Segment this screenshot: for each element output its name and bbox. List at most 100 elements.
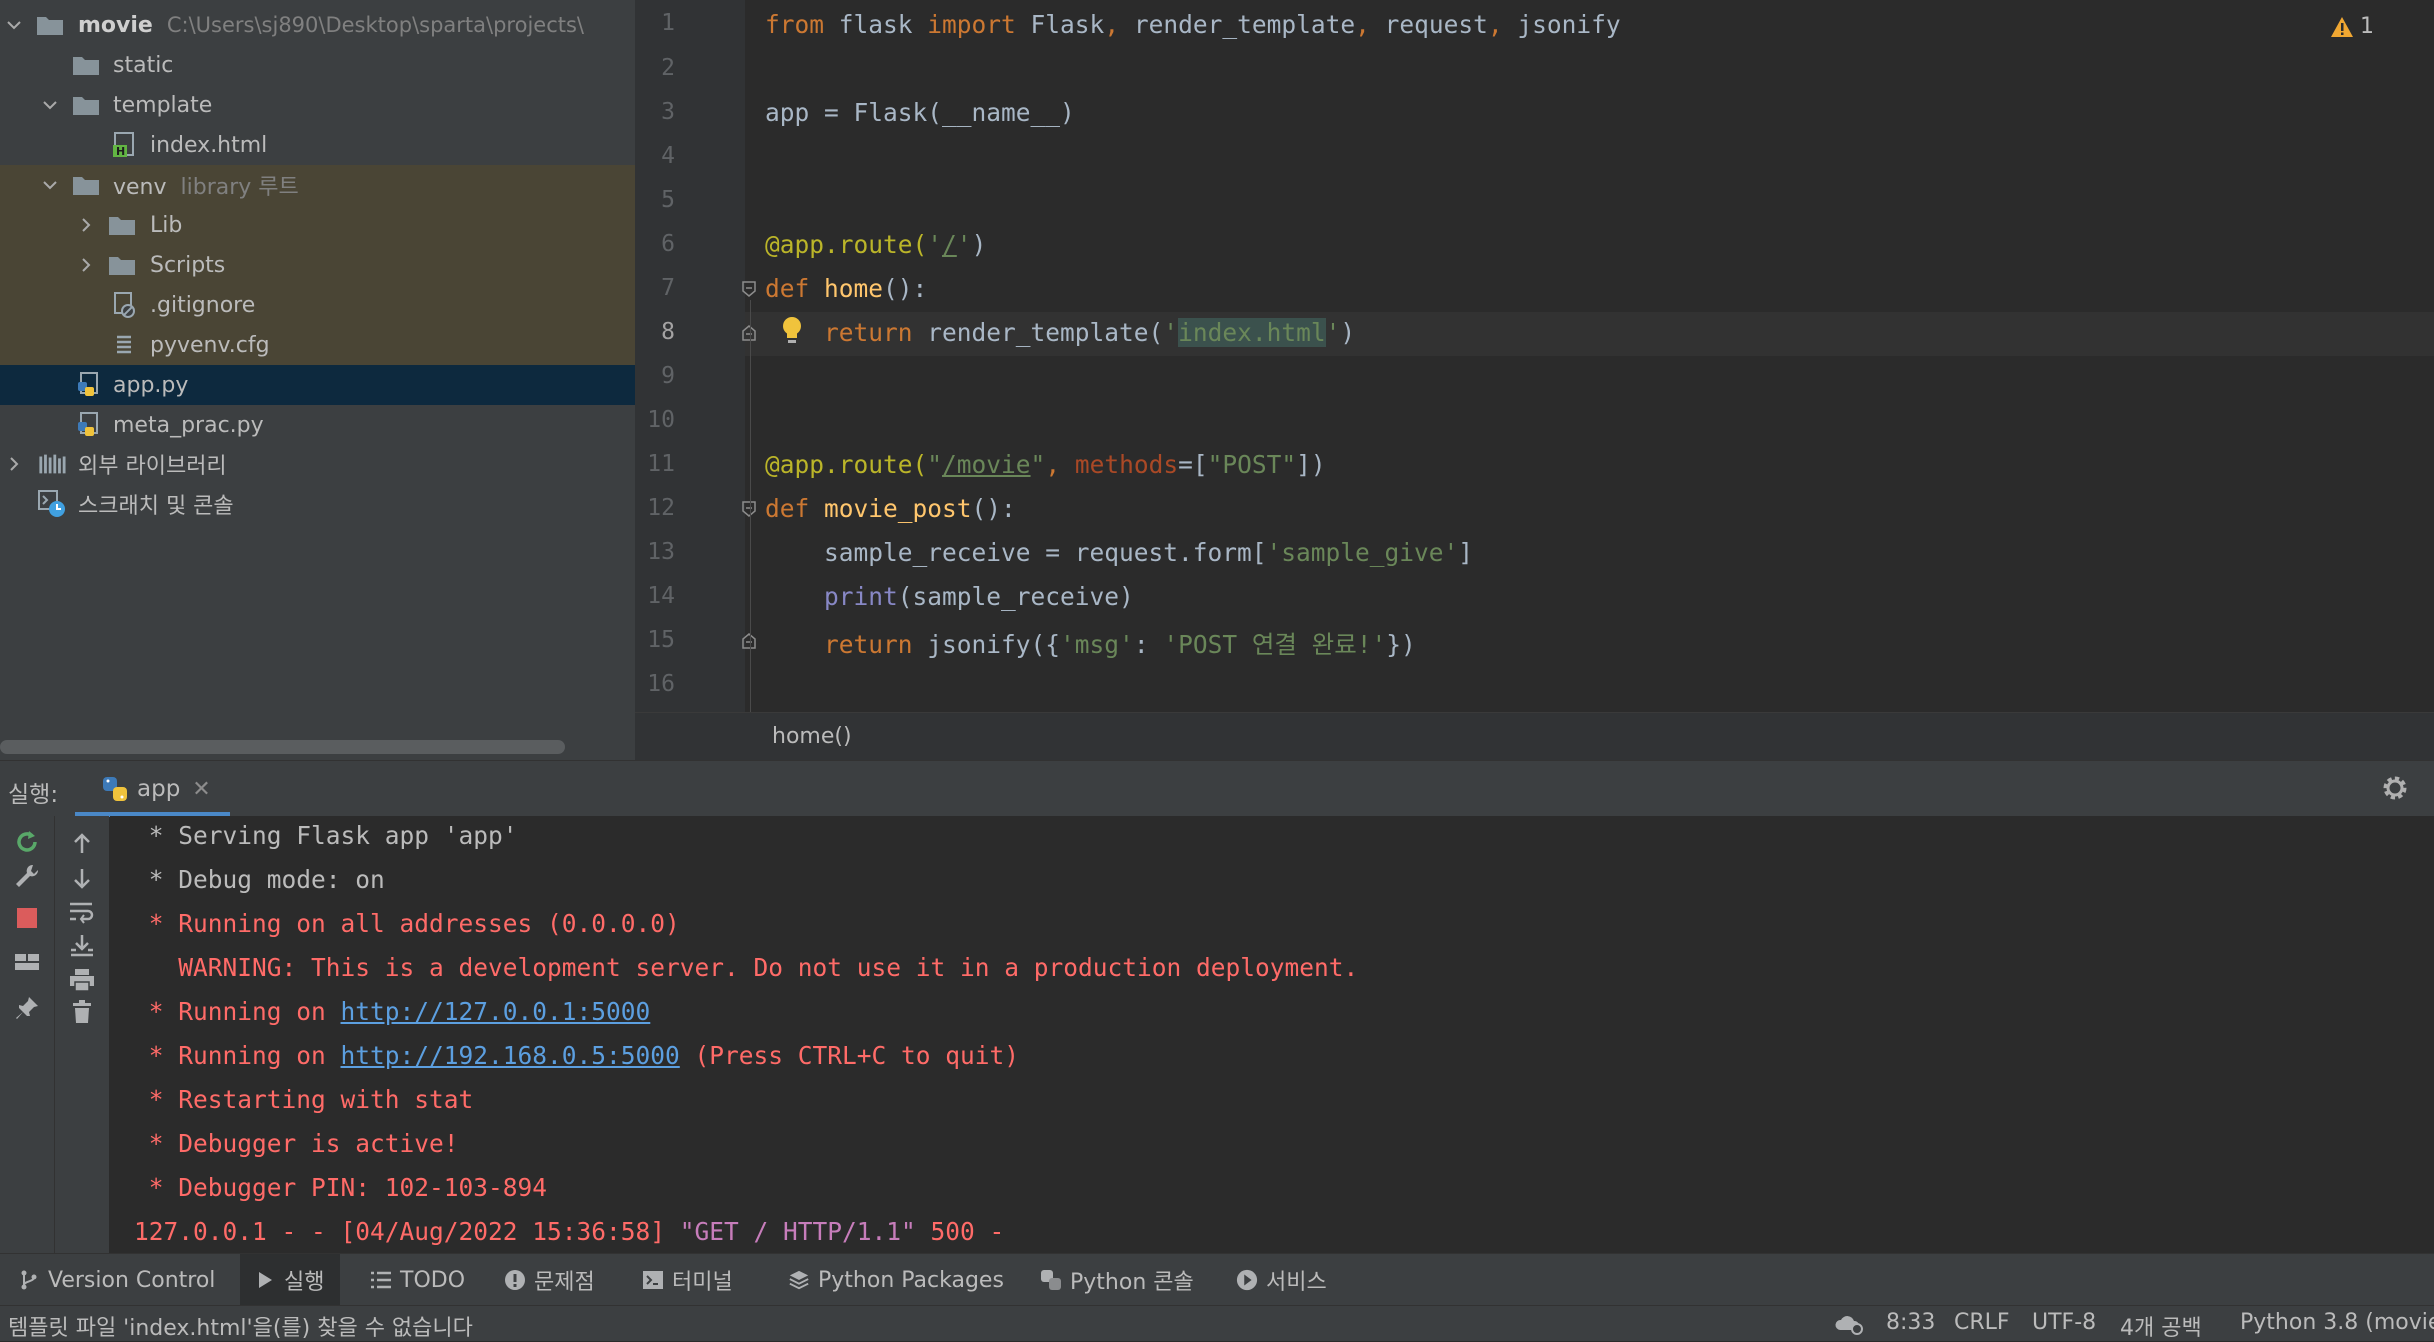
edit-config-button[interactable] [11,860,43,892]
inspection-widget[interactable]: 1 [2330,14,2374,39]
tool-window-problems[interactable]: 문제점 [504,1254,595,1306]
tool-window-version-control[interactable]: Version Control [18,1254,215,1306]
tool-window-python-console[interactable]: Python 콘솔 [1040,1254,1194,1306]
print-button[interactable] [66,964,98,996]
tool-window-run[interactable]: 실행 [240,1254,341,1306]
tree-item-lib[interactable]: Lib [0,205,635,245]
layout-button[interactable] [11,946,43,978]
chevron-right-icon[interactable] [76,255,96,275]
chevron-right-icon[interactable] [4,454,24,474]
indent-setting[interactable]: 4개 공백 [2120,1310,2202,1342]
run-panel-title: 실행: [8,782,59,808]
tool-window-python-packages[interactable]: Python Packages [788,1254,1004,1306]
run-toolbar-secondary [55,816,109,1253]
breadcrumb-bar: home() [635,712,2434,761]
close-icon[interactable]: ✕ [192,777,210,802]
fold-marker-icon[interactable] [742,633,756,649]
soft-wrap-button[interactable] [66,896,98,928]
list-icon [370,1269,392,1291]
line-separator[interactable]: CRLF [1954,1310,2010,1335]
terminal-icon [642,1269,664,1291]
tree-item-external-libraries[interactable]: 외부 라이브러리 [0,444,635,484]
stop-button[interactable] [11,902,43,934]
fold-marker-icon[interactable] [742,325,756,341]
tree-item-label: venv [113,175,167,200]
library-icon [38,452,66,476]
tree-root-label: movie [78,12,153,38]
line-number: 8 [661,319,675,345]
pin-tab-button[interactable] [11,992,43,1024]
line-number: 4 [661,143,675,169]
run-console-output[interactable]: * Serving Flask app 'app' * Debug mode: … [110,816,2434,1253]
chevron-right-icon[interactable] [76,215,96,235]
console-line: * Debugger PIN: 102-103-894 [134,1173,548,1202]
code-line-11: @app.route("/movie", methods=["POST"]) [765,450,1326,479]
python-interpreter[interactable]: Python 3.8 (movie [2240,1310,2434,1335]
tree-item-scratches[interactable]: 스크래치 및 콘솔 [0,484,635,524]
code-line-1: from flask import Flask, render_template… [765,10,1621,39]
tree-item-app-py[interactable]: app.py [0,365,635,405]
clear-all-button[interactable] [66,996,98,1028]
python-file-icon [76,412,104,437]
line-number: 5 [661,187,675,213]
tree-item-label: app.py [113,372,189,398]
tree-item-template[interactable]: template [0,85,635,125]
tool-window-label: 실행 [284,1270,325,1295]
code-line-13: sample_receive = request.form['sample_gi… [824,538,1474,567]
fold-marker-icon[interactable] [742,281,756,297]
rerun-button[interactable] [11,826,43,858]
tree-item-gitignore[interactable]: .gitignore [0,285,635,325]
chevron-down-icon[interactable] [40,175,60,195]
caret-position[interactable]: 8:33 [1886,1310,1935,1335]
tree-item-movie-root[interactable]: movie C:\Users\sj890\Desktop\sparta\proje… [0,5,635,45]
line-number: 10 [647,407,675,433]
tree-item-static[interactable]: static [0,45,635,85]
chevron-down-icon[interactable] [40,95,60,115]
tool-window-label: Python Packages [818,1267,1004,1293]
folder-icon [72,173,100,197]
gear-icon[interactable] [2380,773,2410,803]
tree-item-label: 스크래치 및 콘솔 [78,494,234,519]
arrow-up-icon [74,833,90,853]
warning-icon [2331,16,2353,37]
console-link[interactable]: http://192.168.0.5:5000 [341,1041,680,1070]
tree-item-label: meta_prac.py [113,412,264,438]
tool-window-todo[interactable]: TODO [370,1254,465,1306]
chevron-down-icon[interactable] [4,15,24,35]
tree-item-label: index.html [150,132,268,158]
scroll-down-button[interactable] [66,862,98,894]
packages-icon [788,1269,810,1291]
tree-item-pyvenv-cfg[interactable]: pyvenv.cfg [0,325,635,365]
scroll-to-end-button[interactable] [66,930,98,962]
tool-window-label: 터미널 [672,1270,733,1295]
tree-item-meta-prac-py[interactable]: meta_prac.py [0,405,635,445]
run-tab-app[interactable]: app ✕ [75,761,230,817]
tool-window-terminal[interactable]: 터미널 [642,1254,733,1306]
tree-item-label: Scripts [150,252,226,278]
console-link[interactable]: http://127.0.0.1:5000 [341,997,651,1026]
branch-icon [18,1269,40,1291]
tree-item-venv[interactable]: venv library 루트 [0,165,635,205]
line-number: 14 [647,583,675,609]
background-tasks-icon[interactable] [1834,1312,1864,1336]
tool-window-services[interactable]: 서비스 [1236,1254,1327,1306]
breadcrumb[interactable]: home() [772,724,852,749]
code-editor[interactable]: 1 2 3 4 5 6 7 8 9 10 11 12 13 14 15 16 f… [635,0,2434,712]
status-message[interactable]: 템플릿 파일 'index.html'을(를) 찾을 수 없습니다 [8,1310,473,1342]
fold-marker-icon[interactable] [742,501,756,517]
scroll-up-button[interactable] [66,828,98,860]
lightbulb-icon[interactable] [777,314,807,348]
file-encoding[interactable]: UTF-8 [2032,1310,2096,1335]
tree-item-label: template [113,92,213,118]
folder-icon [108,253,136,277]
ignored-file-icon [110,292,138,318]
line-number: 7 [661,275,675,301]
tree-item-index-html[interactable]: H index.html [0,125,635,165]
services-icon [1236,1269,1258,1291]
folder-icon [108,213,136,237]
code-line-14: print(sample_receive) [824,582,1134,611]
tree-horizontal-scrollbar[interactable] [0,740,565,754]
tree-item-scripts[interactable]: Scripts [0,245,635,285]
console-line: 127.0.0.1 - - [04/Aug/2022 15:36:58] "GE… [134,1217,1005,1246]
line-number: 12 [647,495,675,521]
